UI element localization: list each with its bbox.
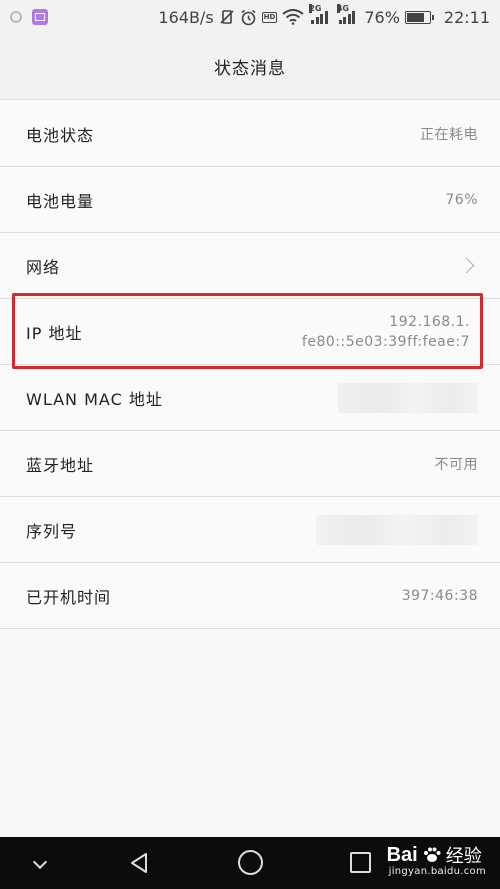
back-triangle-icon: [131, 853, 147, 873]
clock: 22:11: [443, 7, 490, 27]
hd-voice-icon: HD: [261, 11, 278, 23]
watermark-brand-cn: 经验: [445, 846, 482, 866]
list-item-value: 76%: [445, 191, 478, 208]
chevron-right-icon: [458, 257, 475, 274]
redacted-value: [316, 514, 478, 545]
alarm-clock-icon: [240, 9, 257, 26]
home-button[interactable]: [238, 850, 263, 875]
list-item-label: 序列号: [26, 521, 78, 541]
ipv4-address: 192.168.1.: [389, 313, 470, 330]
ipv6-address: fe80::5e03:39ff:feae:7: [301, 333, 470, 350]
list-item-ip-address: IP 地址 192.168.1. fe80::5e03:39ff:feae:7: [0, 299, 500, 365]
network-speed: 164B/s: [158, 7, 214, 27]
battery-level-fill: [406, 12, 424, 22]
recent-apps-button[interactable]: [350, 852, 371, 873]
watermark-brand: Bai: [386, 843, 418, 866]
status-bar: 164B/s HD 2G 4G 76% 22:11: [0, 0, 500, 34]
page-title: 状态消息: [214, 59, 286, 79]
list-item-label: 已开机时间: [26, 587, 112, 607]
notification-dot-icon: [10, 11, 22, 23]
list-item-bluetooth-address: 蓝牙地址 不可用: [0, 431, 500, 497]
battery-percent: 76%: [364, 7, 400, 27]
battery-icon: [404, 10, 434, 24]
gallery-app-icon: [32, 9, 48, 25]
list-item-label: WLAN MAC 地址: [26, 389, 163, 409]
watermark-url: jingyan.baidu.com: [388, 866, 486, 877]
list-item-label: 电池状态: [26, 125, 95, 145]
list-item-label: 网络: [26, 257, 61, 277]
list-item-label: IP 地址: [26, 323, 83, 343]
list-item-label: 蓝牙地址: [26, 455, 95, 475]
hide-navbar-chevron-icon[interactable]: [32, 854, 48, 870]
list-item-wlan-mac: WLAN MAC 地址: [0, 365, 500, 431]
list-item-label: 电池电量: [26, 191, 95, 211]
list-item-serial-number: 序列号: [0, 497, 500, 563]
list-item-value: 397:46:38: [401, 587, 478, 604]
list-item-battery-level: 电池电量 76%: [0, 167, 500, 233]
list-item-value: 正在耗电: [420, 126, 478, 143]
signal-4g-icon: 4G: [336, 4, 356, 24]
baidu-jingyan-watermark: Bai 经验 jingyan.baidu.com: [386, 842, 486, 878]
list-item-uptime: 已开机时间 397:46:38: [0, 563, 500, 629]
list-item-value: 不可用: [434, 456, 478, 473]
status-info-list: 电池状态 正在耗电 电池电量 76% 网络 IP 地址 192.168.1. f…: [0, 101, 500, 629]
list-item-network[interactable]: 网络: [0, 233, 500, 299]
redacted-value: [338, 382, 478, 413]
wifi-icon: [282, 9, 304, 25]
ip-address-values: 192.168.1. fe80::5e03:39ff:feae:7: [302, 314, 470, 350]
signal-2g-icon: 2G: [309, 4, 328, 24]
page-header: 状态消息: [0, 34, 500, 100]
paw-logo-icon: [423, 847, 441, 862]
back-button[interactable]: [127, 851, 151, 875]
list-item-battery-status: 电池状态 正在耗电: [0, 101, 500, 167]
vibrate-off-icon: [219, 9, 235, 25]
